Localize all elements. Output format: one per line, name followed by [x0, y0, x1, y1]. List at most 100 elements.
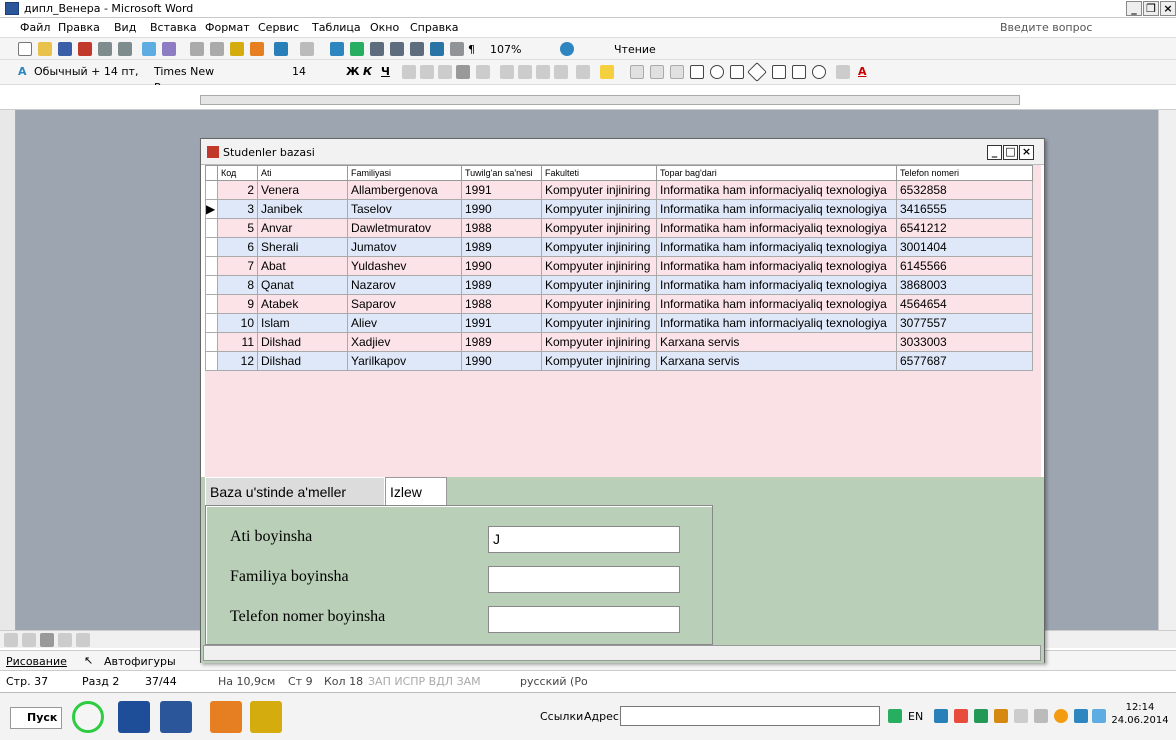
print-icon[interactable] [98, 42, 112, 56]
table-row[interactable]: ▶ 3 Janibek Taselov 1990 Kompyuter injiniring… [205, 199, 1033, 219]
ati-search-input[interactable]: J [488, 526, 680, 553]
table-cell[interactable]: Sherali [257, 237, 348, 257]
table-cell[interactable]: 3868003 [896, 275, 1033, 295]
table-cell[interactable]: 1990 [461, 199, 542, 219]
record-selector[interactable]: ▶ [205, 199, 218, 219]
print-layout-icon[interactable] [40, 633, 54, 647]
table-cell[interactable]: 8 [217, 275, 258, 295]
menu-edit[interactable]: Правка [58, 21, 100, 34]
new-document-icon[interactable] [18, 42, 32, 56]
table-cell[interactable]: Dilshad [257, 332, 348, 352]
record-selector-header[interactable] [205, 165, 218, 181]
menu-insert[interactable]: Вставка [150, 21, 197, 34]
table-cell[interactable]: Aliev [347, 313, 462, 333]
table-cell[interactable]: 3001404 [896, 237, 1033, 257]
table-cell[interactable]: 2 [217, 180, 258, 200]
undo-icon[interactable] [274, 42, 288, 56]
table-cell[interactable]: Anvar [257, 218, 348, 238]
table-cell[interactable]: 1990 [461, 256, 542, 276]
table-cell[interactable]: Yuldashev [347, 256, 462, 276]
form-minimize-icon[interactable]: _ [987, 145, 1002, 160]
paste-icon[interactable] [230, 42, 244, 56]
tray-device-icon[interactable] [1034, 709, 1048, 723]
table-row[interactable]: 11 Dilshad Xadjiev 1989 Kompyuter injiniring… [205, 332, 1033, 352]
record-selector[interactable] [205, 332, 218, 352]
table-row[interactable]: 9 Atabek Saparov 1988 Kompyuter injiniring In… [205, 294, 1033, 314]
table-cell[interactable]: Informatika ham informaciyaliq texnologi… [656, 199, 897, 219]
table-cell[interactable]: Kompyuter injiniring [541, 180, 657, 200]
record-selector[interactable] [205, 218, 218, 238]
tray-app-icon[interactable] [974, 709, 988, 723]
telefon-search-input[interactable] [488, 606, 680, 633]
table-cell[interactable]: Karxana servis [656, 351, 897, 371]
language-indicator[interactable]: EN [908, 709, 923, 725]
table-cell[interactable]: Informatika ham informaciyaliq texnologi… [656, 218, 897, 238]
style-combo[interactable]: Обычный + 14 пт, [34, 64, 144, 80]
drawing-icon[interactable] [430, 42, 444, 56]
align-left-icon[interactable] [402, 65, 416, 79]
justify-icon[interactable] [456, 65, 470, 79]
select-objects-icon[interactable]: ↖ [84, 653, 93, 669]
borders-icon[interactable] [576, 65, 590, 79]
outline-view-icon[interactable] [58, 633, 72, 647]
table-cell[interactable]: 3 [217, 199, 258, 219]
cylinder-icon[interactable] [812, 65, 826, 79]
ask-question-box[interactable]: Введите вопрос [1000, 21, 1092, 34]
table-cell[interactable]: Kompyuter injiniring [541, 313, 657, 333]
table-cell[interactable]: Janibek [257, 199, 348, 219]
table-cell[interactable]: 1991 [461, 180, 542, 200]
table-cell[interactable]: Kompyuter injiniring [541, 256, 657, 276]
table-cell[interactable]: Kompyuter injiniring [541, 218, 657, 238]
table-cell[interactable]: Informatika ham informaciyaliq texnologi… [656, 237, 897, 257]
table-cell[interactable]: 6541212 [896, 218, 1033, 238]
cut-icon[interactable] [190, 42, 204, 56]
links-label[interactable]: Ссылки [540, 709, 583, 725]
table-cell[interactable]: 6577687 [896, 351, 1033, 371]
tables-borders-icon[interactable] [350, 42, 364, 56]
tray-sync-icon[interactable] [1092, 709, 1106, 723]
table-cell[interactable]: 1990 [461, 351, 542, 371]
table-cell[interactable]: Kompyuter injiniring [541, 332, 657, 352]
align-right-icon[interactable] [438, 65, 452, 79]
print-preview-icon[interactable] [118, 42, 132, 56]
save-icon[interactable] [58, 42, 72, 56]
record-selector[interactable] [205, 313, 218, 333]
table-cell[interactable]: Kompyuter injiniring [541, 237, 657, 257]
table-cell[interactable]: 9 [217, 294, 258, 314]
table-cell[interactable]: 6532858 [896, 180, 1033, 200]
menu-file[interactable]: Файл [20, 21, 50, 34]
highlight-icon[interactable] [600, 65, 614, 79]
table-row[interactable]: 10 Islam Aliev 1991 Kompyuter injiniring Info… [205, 313, 1033, 333]
table-cell[interactable]: Kompyuter injiniring [541, 351, 657, 371]
table-row[interactable]: 8 Qanat Nazarov 1989 Kompyuter injiniring Inf… [205, 275, 1033, 295]
autoshapes-menu[interactable]: Автофигуры [104, 654, 176, 670]
tray-network-icon[interactable] [934, 709, 948, 723]
font-size-combo[interactable]: 14 [292, 64, 322, 80]
format-painter-icon[interactable] [250, 42, 264, 56]
diagonal-line-icon[interactable] [670, 65, 684, 79]
italic-button[interactable]: К [363, 64, 372, 80]
columns-icon[interactable] [410, 42, 424, 56]
table-cell[interactable]: Saparov [347, 294, 462, 314]
reading-view-icon[interactable] [76, 633, 90, 647]
form-horizontal-scrollbar[interactable] [203, 645, 1041, 661]
table-cell[interactable]: Informatika ham informaciyaliq texnologi… [656, 313, 897, 333]
table-cell[interactable]: 3416555 [896, 199, 1033, 219]
document-map-icon[interactable] [450, 42, 464, 56]
familiya-search-input[interactable] [488, 566, 680, 593]
table-cell[interactable]: Informatika ham informaciyaliq texnologi… [656, 275, 897, 295]
table-cell[interactable]: 6 [217, 237, 258, 257]
table-cell[interactable]: Nazarov [347, 275, 462, 295]
table-cell[interactable]: 1988 [461, 218, 542, 238]
tab-operations[interactable]: Baza u'stinde a'meller [205, 477, 385, 505]
hyperlink-icon[interactable] [330, 42, 344, 56]
tray-user-icon[interactable] [994, 709, 1008, 723]
diamond-icon[interactable] [747, 62, 767, 82]
mail-agent-icon[interactable] [72, 701, 104, 733]
column-header[interactable]: Ati [257, 165, 348, 181]
table-cell[interactable]: 6145566 [896, 256, 1033, 276]
table-cell[interactable]: 1989 [461, 237, 542, 257]
table-cell[interactable]: Yarilkapov [347, 351, 462, 371]
table-cell[interactable]: Informatika ham informaciyaliq texnologi… [656, 180, 897, 200]
record-selector[interactable] [205, 256, 218, 276]
